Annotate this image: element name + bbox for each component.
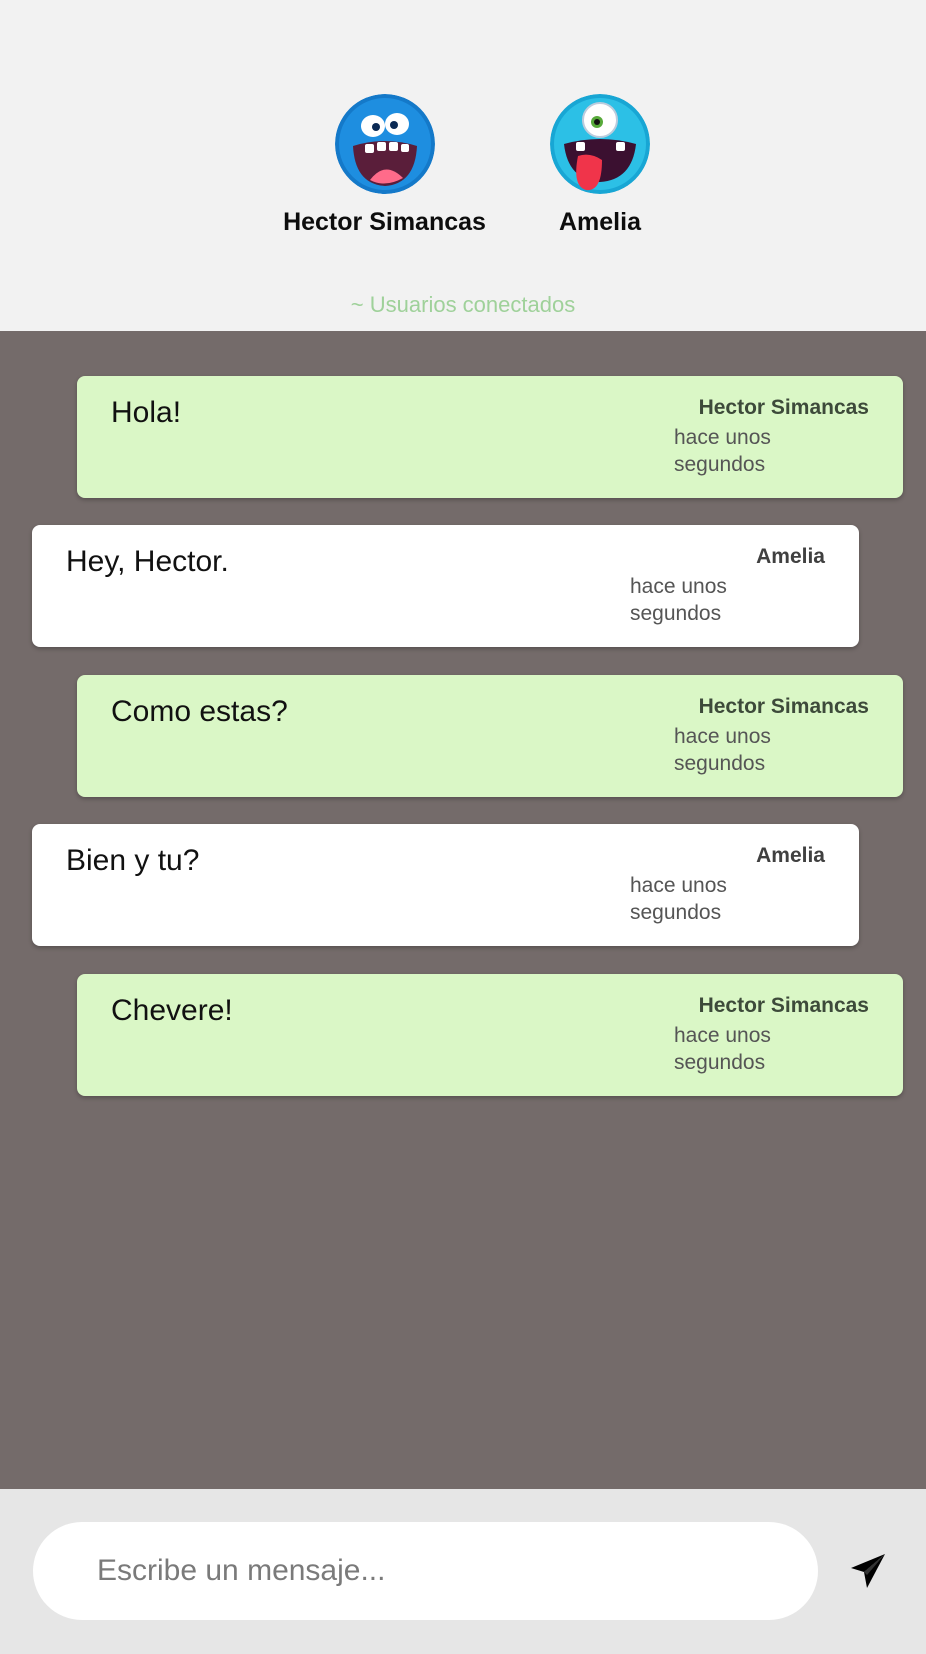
message-input[interactable] [33,1522,818,1620]
user-name: Hector Simancas [283,208,486,236]
message-text: Hola! [111,396,182,429]
message-meta: Hector Simancas hace unos segundos [674,695,869,777]
message-meta: Amelia hace unos segundos [630,844,825,926]
message-bubble-own: Como estas? Hector Simancas hace unos se… [77,675,903,797]
message-author: Amelia [756,545,825,568]
message-author: Hector Simancas [698,396,869,419]
message-text: Hey, Hector. [66,545,229,578]
message-text: Como estas? [111,695,288,728]
paper-plane-icon [851,1554,885,1588]
send-button[interactable] [838,1535,898,1607]
avatar [334,94,435,194]
message-time: hace unos segundos [630,874,727,924]
message-time: hace unos segundos [674,725,771,775]
connected-user-amelia[interactable]: Amelia [500,94,700,237]
connected-users-label: ~ Usuarios conectados [350,292,576,317]
message-bubble-own: Chevere! Hector Simancas hace unos segun… [77,974,903,1096]
user-name: Amelia [559,208,641,236]
message-bubble-other: Hey, Hector. Amelia hace unos segundos [32,525,859,647]
chat-messages-area[interactable]: Hola! Hector Simancas hace unos segundos… [0,331,926,1489]
message-bubble-own: Hola! Hector Simancas hace unos segundos [77,376,903,498]
message-meta: Hector Simancas hace unos segundos [674,994,869,1076]
avatar [550,94,650,194]
message-time: hace unos segundos [630,575,727,625]
message-text: Chevere! [111,994,233,1027]
message-author: Hector Simancas [698,994,869,1017]
connected-user-hector[interactable]: Hector Simancas [282,94,487,237]
message-author: Amelia [756,844,825,867]
message-author: Hector Simancas [698,695,869,718]
message-bubble-other: Bien y tu? Amelia hace unos segundos [32,824,859,946]
blue-monster-icon [334,94,435,194]
cyclops-monster-icon [550,94,650,194]
message-time: hace unos segundos [674,426,771,476]
message-meta: Amelia hace unos segundos [630,545,825,627]
message-text: Bien y tu? [66,844,200,877]
message-time: hace unos segundos [674,1024,771,1074]
message-composer [0,1489,926,1654]
message-meta: Hector Simancas hace unos segundos [674,396,869,478]
connected-users-header: Hector Simancas Amelia ~ Usuarios conect… [0,0,926,331]
